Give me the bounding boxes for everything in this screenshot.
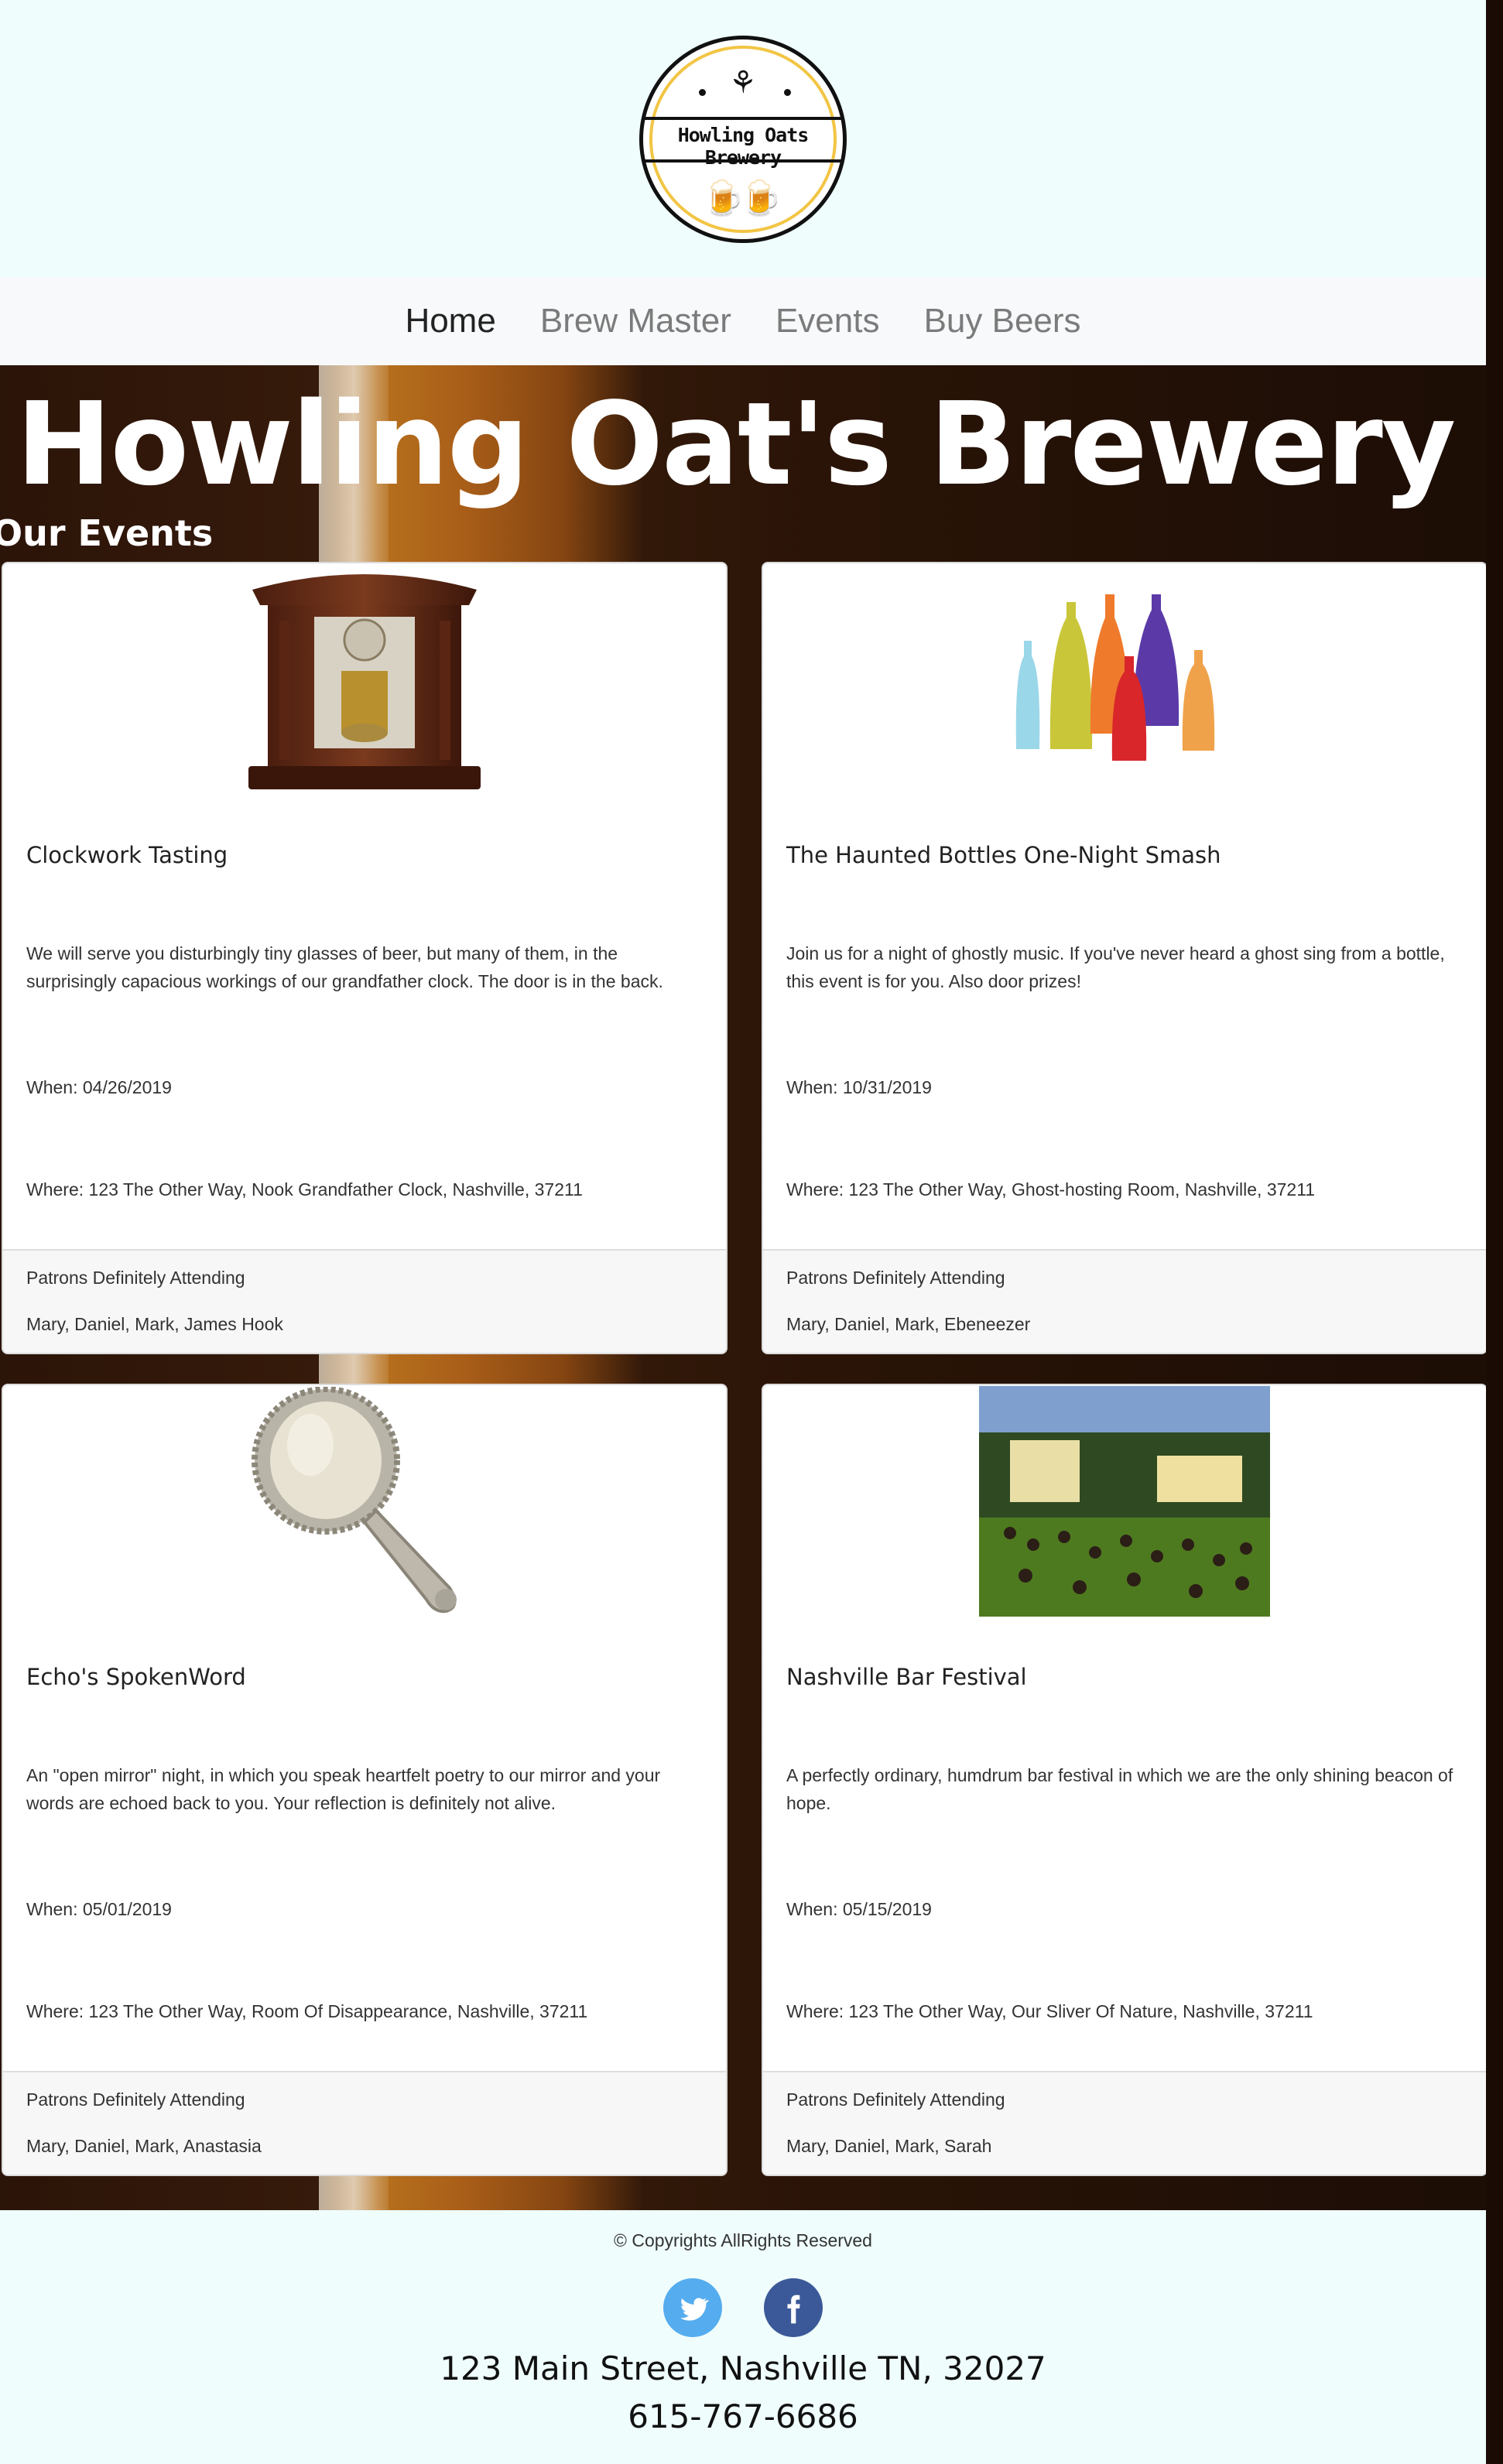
event-image	[763, 563, 1486, 796]
nav-buy-beers[interactable]: Buy Beers	[924, 302, 1081, 341]
event-title: Echo's SpokenWord	[26, 1664, 246, 1690]
navbar: Home Brew Master Events Buy Beers	[0, 277, 1486, 365]
event-title: Nashville Bar Festival	[786, 1664, 1027, 1690]
patrons-label: Patrons Definitely Attending	[26, 2089, 245, 2110]
page-edge-strip	[1486, 0, 1503, 2464]
event-card: The Haunted Bottles One-Night Smash Join…	[762, 562, 1488, 1354]
event-location: Where: 123 The Other Way, Nook Grandfath…	[26, 1179, 583, 1199]
patrons-label: Patrons Definitely Attending	[786, 2089, 1005, 2110]
logo-banner: ⚘ Howling Oats Brewery 🍺🍺	[0, 0, 1486, 277]
event-location: Where: 123 The Other Way, Room Of Disapp…	[26, 2001, 588, 2021]
copyright-text: © Copyrights AllRights Reserved	[614, 2230, 872, 2250]
hand-mirror-image	[252, 1387, 457, 1614]
page: ⚘ Howling Oats Brewery 🍺🍺 Home Brew Mast…	[0, 0, 1488, 2464]
event-card: Echo's SpokenWord An "open mirror" night…	[2, 1384, 728, 2176]
patrons-list: Mary, Daniel, Mark, Anastasia	[26, 2136, 262, 2156]
event-date: When: 10/31/2019	[786, 1077, 932, 1097]
twitter-bird-icon	[680, 2298, 710, 2321]
brewery-logo[interactable]: ⚘ Howling Oats Brewery 🍺🍺	[639, 36, 847, 243]
grandfather-clock-image	[248, 574, 481, 789]
patrons-list: Mary, Daniel, Mark, James Hook	[26, 1314, 283, 1334]
event-location: Where: 123 The Other Way, Ghost-hosting …	[786, 1179, 1316, 1199]
footer-address: 123 Main Street, Nashville TN, 32027	[440, 2349, 1046, 2387]
hero-title: Howling Oat's Brewery	[15, 378, 1457, 511]
colored-bottles-image	[1015, 594, 1215, 761]
nav-links: Home Brew Master Events Buy Beers	[0, 302, 1486, 341]
social-links	[0, 2278, 1486, 2337]
card-footer: Patrons Definitely Attending Mary, Danie…	[763, 2071, 1486, 2175]
logo-divider-top	[643, 117, 843, 120]
logo-dot-left	[699, 89, 706, 96]
event-image	[3, 1385, 726, 1617]
festival-crowd-image	[979, 1386, 1270, 1617]
section-title: Our Events	[0, 512, 214, 554]
event-card: Clockwork Tasting We will serve you dist…	[2, 562, 728, 1354]
nav-home[interactable]: Home	[405, 302, 495, 341]
facebook-f-icon	[787, 2295, 800, 2324]
event-description: Join us for a night of ghostly music. If…	[786, 943, 1445, 991]
event-description: A perfectly ordinary, humdrum bar festiv…	[786, 1765, 1453, 1813]
logo-dot-right	[784, 89, 791, 96]
event-date: When: 05/01/2019	[26, 1899, 172, 1919]
nav-events[interactable]: Events	[775, 302, 880, 341]
event-date: When: 05/15/2019	[786, 1899, 932, 1919]
logo-divider-bottom	[643, 159, 843, 163]
event-description: An "open mirror" night, in which you spe…	[26, 1765, 661, 1813]
patrons-label: Patrons Definitely Attending	[26, 1268, 245, 1288]
card-footer: Patrons Definitely Attending Mary, Danie…	[763, 1249, 1486, 1353]
event-image	[763, 1385, 1486, 1617]
event-description: We will serve you disturbingly tiny glas…	[26, 943, 663, 991]
twitter-icon[interactable]	[663, 2278, 723, 2337]
event-location: Where: 123 The Other Way, Our Sliver Of …	[786, 2001, 1313, 2021]
event-title: Clockwork Tasting	[26, 842, 228, 868]
patrons-list: Mary, Daniel, Mark, Ebeneezer	[786, 1314, 1031, 1334]
event-date: When: 04/26/2019	[26, 1077, 172, 1097]
event-image	[3, 563, 726, 796]
card-footer: Patrons Definitely Attending Mary, Danie…	[3, 1249, 726, 1353]
nav-brew-master[interactable]: Brew Master	[540, 302, 731, 341]
patrons-label: Patrons Definitely Attending	[786, 1268, 1005, 1288]
beer-mugs-icon: 🍺🍺	[702, 179, 782, 218]
footer-phone: 615-767-6686	[628, 2397, 858, 2435]
facebook-icon[interactable]	[763, 2278, 823, 2337]
event-card: Nashville Bar Festival A perfectly ordin…	[762, 1384, 1488, 2176]
patrons-list: Mary, Daniel, Mark, Sarah	[786, 2136, 992, 2156]
wheat-icon: ⚘	[729, 65, 757, 101]
card-footer: Patrons Definitely Attending Mary, Danie…	[3, 2071, 726, 2175]
event-title: The Haunted Bottles One-Night Smash	[786, 842, 1221, 868]
